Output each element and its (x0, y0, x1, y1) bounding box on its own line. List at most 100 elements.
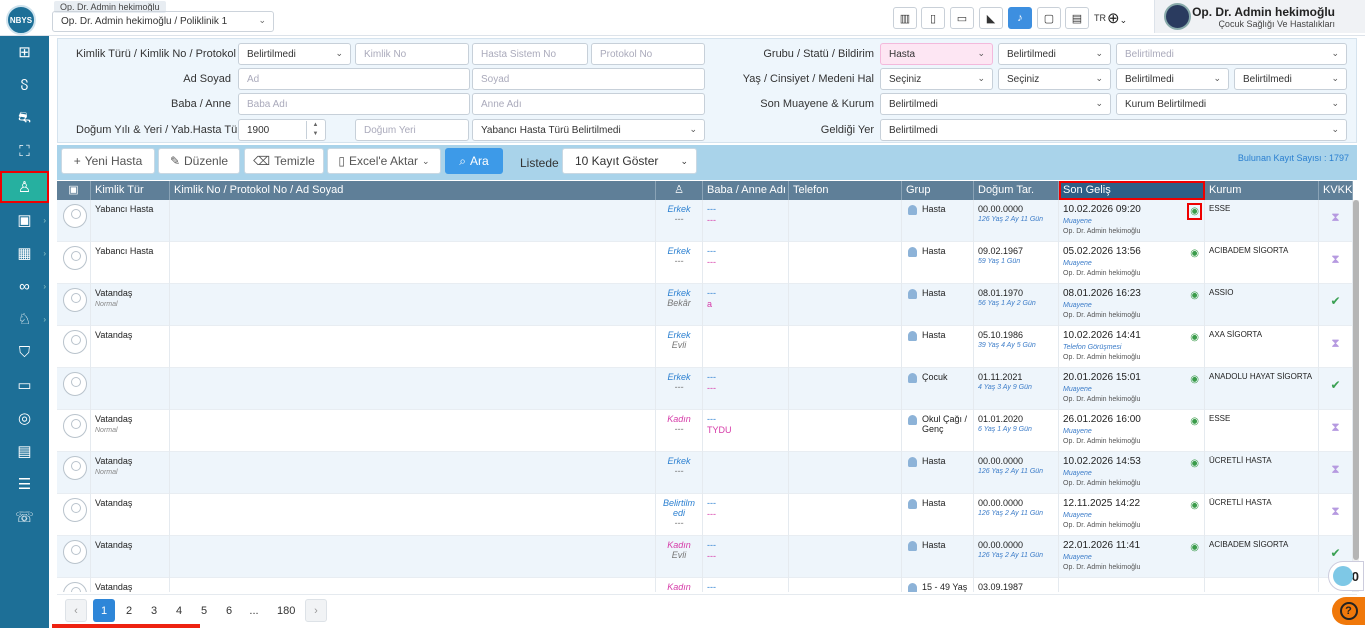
patient-list-icon[interactable]: ♙ (0, 171, 49, 203)
select-all-icon[interactable]: ▣ (57, 181, 91, 200)
book-icon[interactable]: ▥ (893, 7, 917, 29)
patient-bed-icon[interactable]: ⛐ (0, 102, 49, 134)
kimlik-turu-select[interactable]: Belirtilmedi ⌄ (238, 43, 351, 65)
hourglass-icon[interactable]: ⧗ (1331, 336, 1339, 350)
geldigi-yer-select[interactable]: Belirtilmedi ⌄ (880, 119, 1347, 141)
message-icon[interactable]: ◎ (0, 402, 49, 434)
table-row[interactable]: Vatandaş Normal Erkek --- Hasta 00.00.0000 126… (57, 452, 1353, 494)
statu-select[interactable]: Belirtilmedi ⌄ (998, 43, 1111, 65)
son-muayene-select[interactable]: Belirtilmedi ⌄ (880, 93, 1111, 115)
hourglass-icon[interactable]: ⧗ (1331, 210, 1339, 224)
prev-page-button[interactable]: ‹ (65, 599, 87, 622)
stethoscope-icon[interactable]: ჽ (0, 69, 49, 101)
context-select[interactable]: Op. Dr. Admin hekimoğlu / Poliklinik 1 ⌄ (52, 11, 274, 32)
eye-icon[interactable]: ◉ (1190, 542, 1199, 553)
table-row[interactable]: Yabancı Hasta Erkek --- --- --- Hasta 09.02.19… (57, 242, 1353, 284)
page-button[interactable]: 180 (273, 599, 299, 622)
th-son-gelis[interactable]: Son Geliş (1059, 181, 1205, 200)
hourglass-icon[interactable]: ⧗ (1331, 252, 1339, 266)
th-dogum[interactable]: Doğum Tar. (974, 181, 1059, 200)
money-icon[interactable]: ▦ › (0, 237, 49, 269)
th-kurum[interactable]: Kurum (1205, 181, 1319, 200)
camera-icon[interactable]: ▭ (0, 369, 49, 401)
calendar-icon[interactable]: ▣ › (0, 204, 49, 236)
ara-button[interactable]: ⌕ Ara (445, 148, 503, 174)
page-button[interactable]: 1 (93, 599, 115, 622)
chart-icon[interactable]: ▤ (1065, 7, 1089, 29)
duzenle-button[interactable]: ✎ Düzenle (158, 148, 240, 174)
video-icon[interactable]: ▭ (950, 7, 974, 29)
hourglass-icon[interactable]: ⧗ (1331, 462, 1339, 476)
table-row[interactable]: Vatandaş Normal Erkek Bekâr --- a Hasta 08.01.1… (57, 284, 1353, 326)
tag-icon[interactable]: ⛉ (0, 336, 49, 368)
baba-input[interactable]: Baba Adı (238, 93, 470, 115)
user-check-icon[interactable]: ✔ (1330, 378, 1340, 392)
book-icon[interactable]: ▤ (0, 435, 49, 467)
user-box[interactable]: Op. Dr. Admin hekimoğlu Çocuk Sağlığı Ve… (1154, 0, 1365, 33)
kvkk-cell[interactable]: ⧗ (1319, 452, 1353, 494)
page-button[interactable]: 5 (193, 599, 215, 622)
bildirim-select[interactable]: Belirtilmedi ⌄ (1116, 43, 1347, 65)
table-row[interactable]: Vatandaş Erkek Evli Hasta 05.10.1986 39 Yaş 4… (57, 326, 1353, 368)
kayit-select[interactable]: 10 Kayıt Göster ⌄ (562, 148, 697, 174)
eye-icon[interactable]: ◉ (1190, 332, 1199, 343)
page-button[interactable]: 3 (143, 599, 165, 622)
eye-icon[interactable]: ◉ (1187, 203, 1202, 220)
kimlik-no-input[interactable]: Kimlik No (355, 43, 469, 65)
user-check-icon[interactable]: ✔ (1330, 546, 1340, 560)
eye-icon[interactable]: ◉ (1190, 374, 1199, 385)
page-button[interactable]: 4 (168, 599, 190, 622)
dogum-yeri-input[interactable]: Doğum Yeri (355, 119, 469, 141)
table-row[interactable]: Yabancı Hasta Erkek --- --- --- Hasta 00.00.00… (57, 200, 1353, 242)
yas-select[interactable]: Seçiniz ⌄ (880, 68, 993, 90)
eye-icon[interactable]: ◉ (1190, 458, 1199, 469)
table-row[interactable]: Vatandaş ADELA VASIU Kadın --- 15 - 49 Yaş 03… (57, 578, 1353, 592)
next-page-button[interactable]: › (305, 599, 327, 622)
table-row[interactable]: Erkek --- --- --- Çocuk 01.11.2021 4 Yaş 3 Ay … (57, 368, 1353, 410)
language-code[interactable]: TR (1094, 13, 1106, 23)
dogum-yili-input[interactable]: 1900 ▲ ▼ (238, 119, 326, 141)
kurum-select[interactable]: Kurum Belirtilmedi ⌄ (1116, 93, 1347, 115)
hasta-sistem-no-input[interactable]: Hasta Sistem No (472, 43, 588, 65)
cinsiyet-select[interactable]: Seçiniz ⌄ (998, 68, 1111, 90)
th-grup[interactable]: Grup (902, 181, 974, 200)
th-kimlik-no[interactable]: Kimlik No / Protokol No / Ad Soyad (170, 181, 656, 200)
table-row[interactable]: Vatandaş Normal Kadın --- --- TYDU Okul Çağı /… (57, 410, 1353, 452)
th-baba-anne[interactable]: Baba / Anne Adı (703, 181, 789, 200)
th-kvkk[interactable]: KVKK (1319, 181, 1353, 200)
medeni-select-1[interactable]: Belirtilmedi ⌄ (1116, 68, 1229, 90)
chat-icon[interactable]: ▢ (1037, 7, 1061, 29)
medeni-select-2[interactable]: Belirtilmedi ⌄ (1234, 68, 1347, 90)
excel-button[interactable]: ▯ Excel'e Aktar ⌄ (327, 148, 441, 174)
help-button[interactable]: ? (1332, 597, 1365, 625)
user-check-icon[interactable]: ✔ (1330, 294, 1340, 308)
th-kimlik-tur[interactable]: Kimlik Tür (91, 181, 170, 200)
kvkk-cell[interactable]: ✔ (1319, 368, 1353, 410)
kvkk-cell[interactable]: ⧗ (1319, 242, 1353, 284)
protokol-no-input[interactable]: Protokol No (591, 43, 705, 65)
table-row[interactable]: Vatandaş Kadın Evli --- --- Hasta 00.00.0000 12… (57, 536, 1353, 578)
table-row[interactable]: Vatandaş Belirtilm edi --- --- --- Hasta 00.00… (57, 494, 1353, 536)
person-icon[interactable]: ♙ (656, 181, 703, 200)
megaphone-icon[interactable]: ◣ (979, 7, 1003, 29)
soyad-input[interactable]: Soyad (472, 68, 705, 90)
globe-icon[interactable]: ⊕⌄ (1107, 9, 1127, 27)
page-button[interactable]: ... (243, 599, 265, 622)
tablet-icon[interactable]: ▯ (921, 7, 945, 29)
yeni-hasta-button[interactable]: + Yeni Hasta (61, 148, 155, 174)
kvkk-cell[interactable]: ⧗ (1319, 494, 1353, 536)
avatar[interactable] (1164, 3, 1191, 30)
notification-pill[interactable]: 0 (1328, 561, 1364, 591)
kvkk-cell[interactable]: ⧗ (1319, 410, 1353, 452)
eye-icon[interactable]: ◉ (1190, 248, 1199, 259)
anne-input[interactable]: Anne Adı (472, 93, 705, 115)
scrollbar-thumb[interactable] (1353, 200, 1359, 560)
doctor-icon[interactable]: ♘ › (0, 303, 49, 335)
ad-input[interactable]: Ad (238, 68, 470, 90)
nbys-logo[interactable]: NBYS (6, 5, 36, 35)
sliders-icon[interactable]: ☰ (0, 468, 49, 500)
kvkk-cell[interactable]: ✔ (1319, 284, 1353, 326)
page-button[interactable]: 2 (118, 599, 140, 622)
bell-icon[interactable]: ♪ (1008, 7, 1032, 29)
kvkk-cell[interactable]: ⧗ (1319, 200, 1353, 242)
